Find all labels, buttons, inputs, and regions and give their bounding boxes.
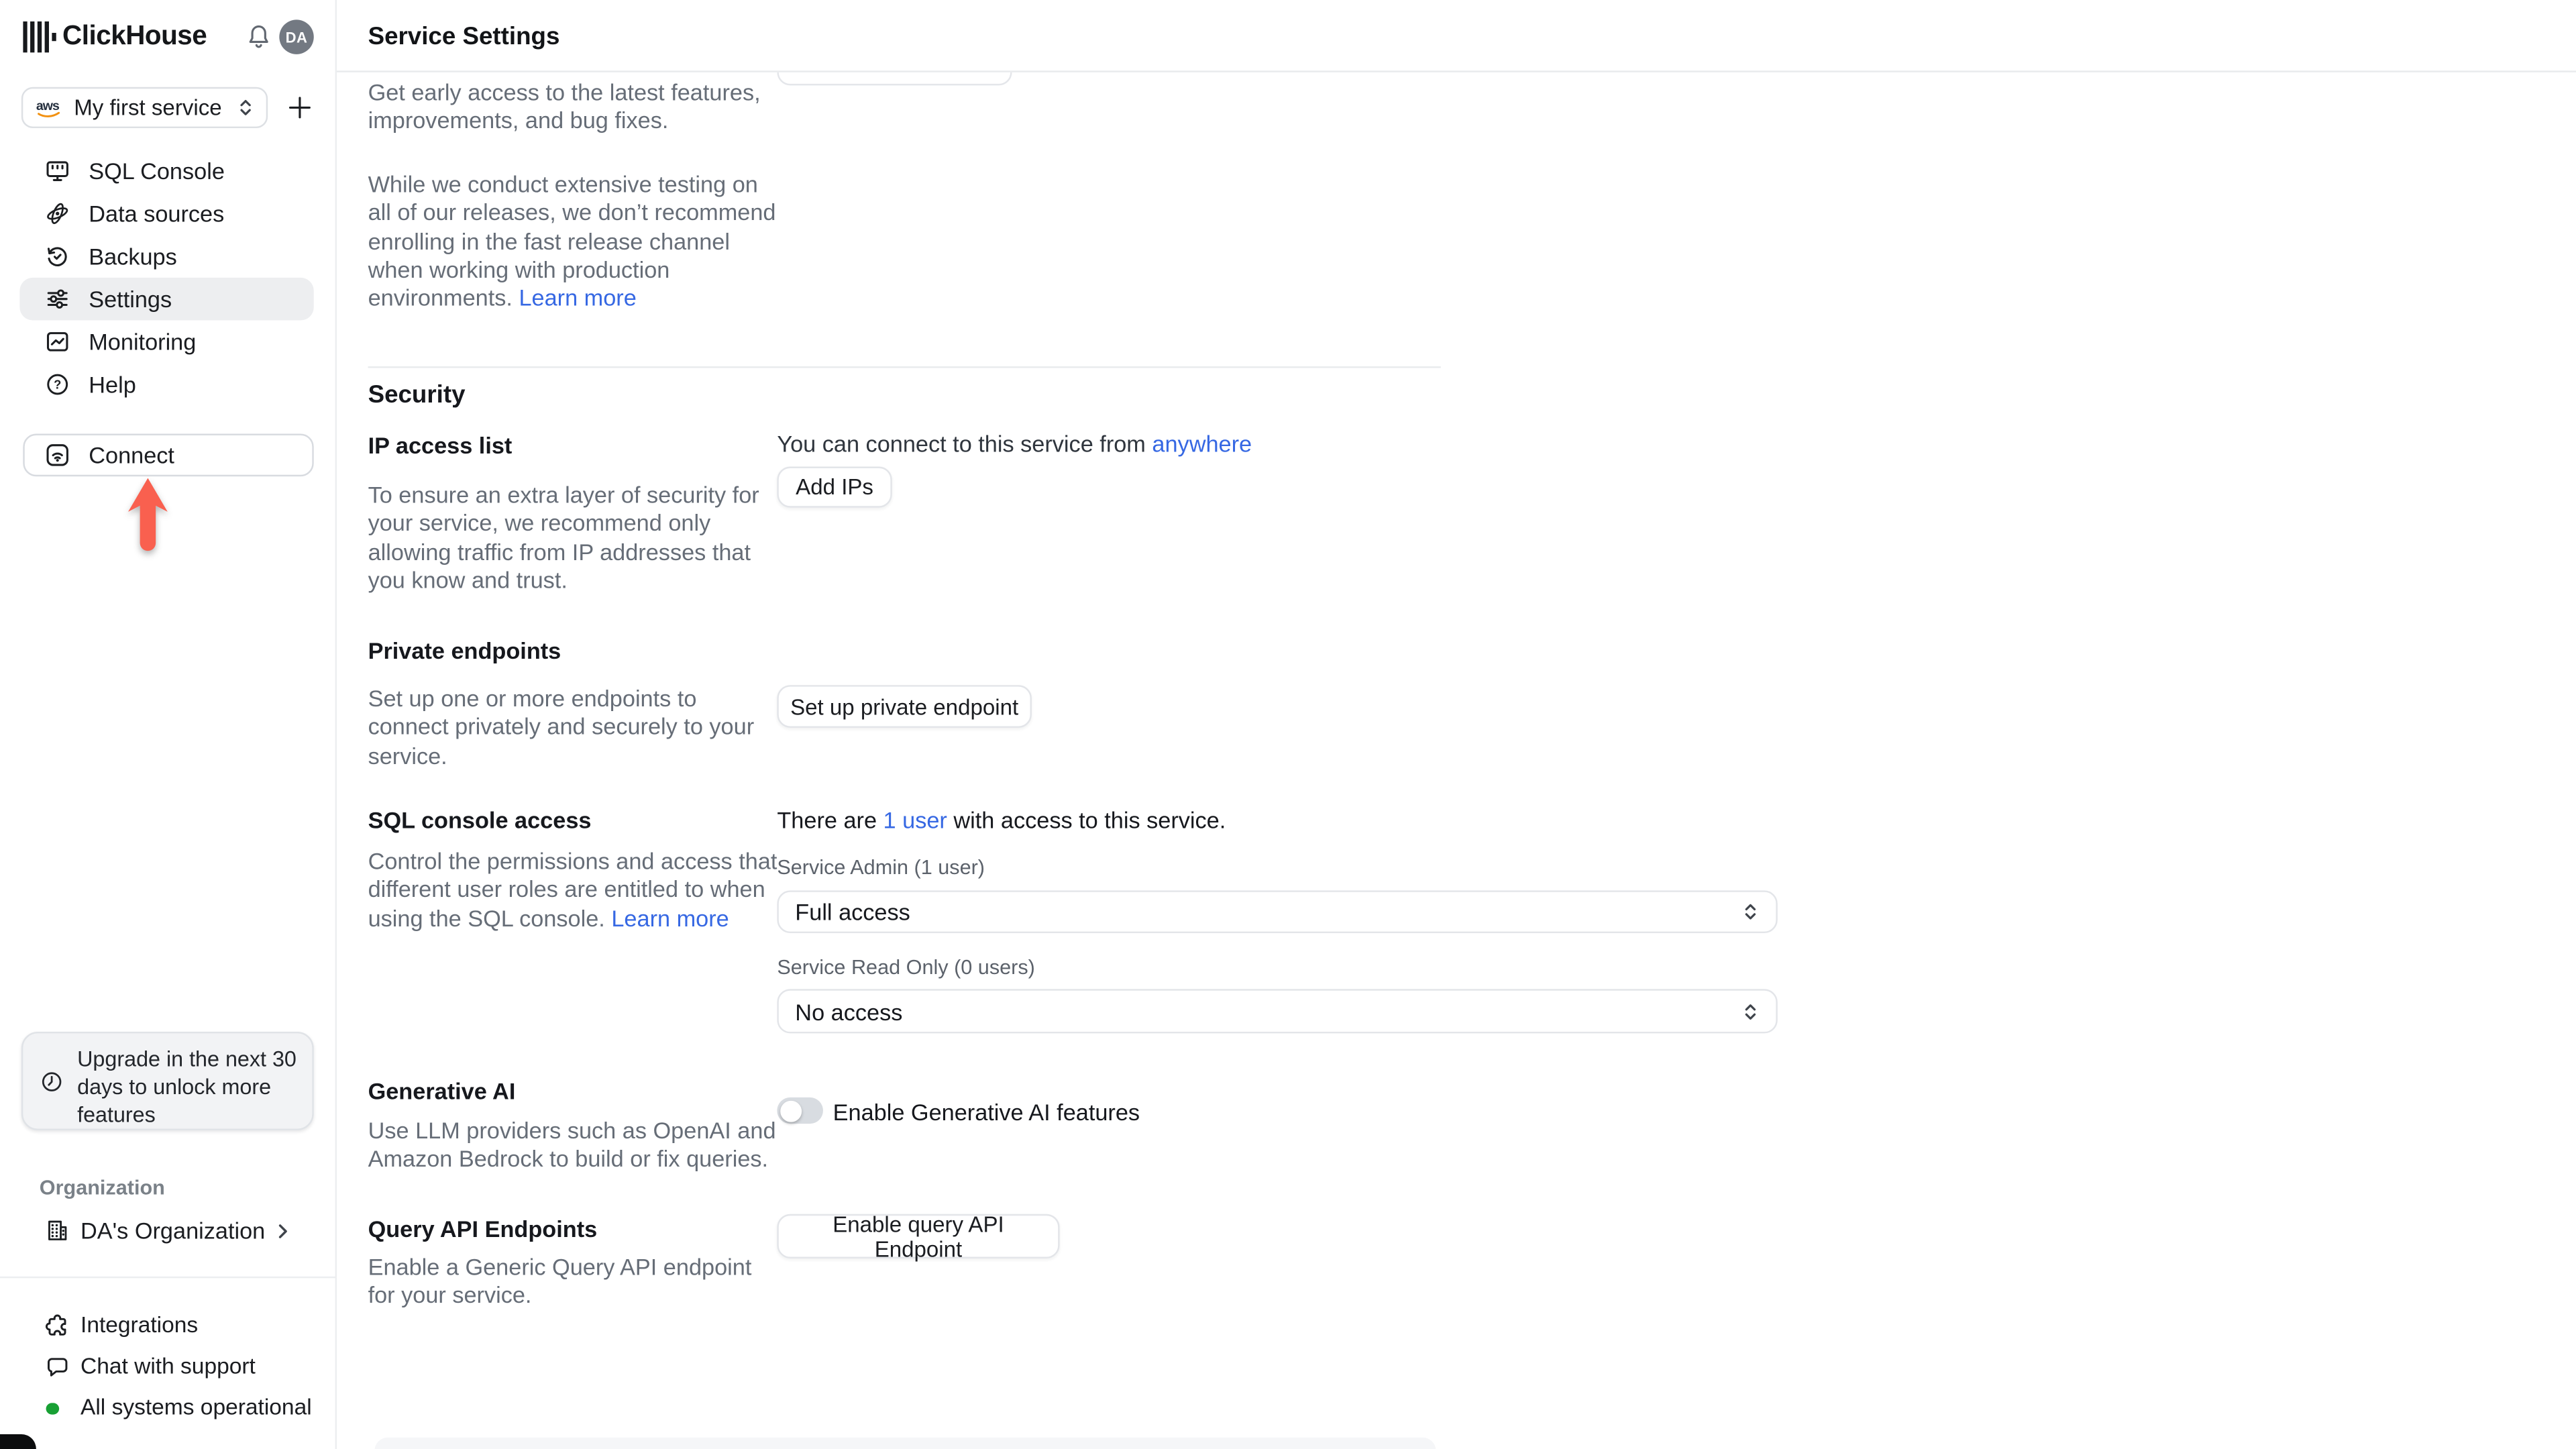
ip-access-list-title: IP access list [368, 432, 513, 459]
chevron-updown-icon [237, 97, 255, 118]
ip-access-status-prefix: You can connect to this service from [777, 430, 1146, 457]
backups-icon [44, 243, 70, 269]
sidebar-item-help[interactable]: ? Help [19, 363, 313, 406]
monitoring-icon [44, 329, 70, 355]
service-readonly-select-value: No access [795, 998, 903, 1024]
ip-access-status-text: You can connect to this service from any… [777, 431, 1252, 457]
user-avatar[interactable]: DA [279, 19, 314, 54]
brand-name: ClickHouse [62, 21, 207, 51]
organization-section-label: Organization [39, 1176, 165, 1199]
generative-ai-title: Generative AI [368, 1077, 516, 1104]
connect-button-label: Connect [89, 441, 174, 468]
service-admin-select[interactable]: Full access [777, 890, 1778, 934]
sidebar-item-label: Help [89, 371, 136, 398]
sidebar-item-data-sources[interactable]: Data sources [19, 193, 313, 235]
page-title: Service Settings [368, 23, 560, 51]
sql-console-icon [44, 158, 70, 184]
service-selector[interactable]: aws My first service [21, 87, 268, 129]
sql-access-status-suffix: with access to this service. [953, 806, 1226, 833]
system-status-row[interactable]: All systems operational [0, 1388, 337, 1428]
connect-wifi-icon [44, 442, 70, 468]
next-section-panel-edge [374, 1437, 1436, 1449]
clock-icon [40, 1069, 64, 1094]
release-channel-learn-more-link[interactable]: Learn more [519, 284, 636, 311]
sql-access-learn-more-link[interactable]: Learn more [611, 904, 729, 930]
setup-private-endpoint-button[interactable]: Set up private endpoint [777, 685, 1032, 728]
sql-console-access-status: There are 1 user with access to this ser… [777, 806, 1226, 833]
svg-text:aws: aws [36, 99, 60, 113]
sidebar-divider [0, 1276, 337, 1279]
generative-ai-toggle[interactable] [777, 1097, 823, 1124]
organization-row[interactable]: DA's Organization [0, 1211, 337, 1252]
app-viewport: ClickHouse DA aws My first service SQL C… [0, 0, 2576, 1449]
sql-access-status-prefix: There are [777, 806, 877, 833]
sidebar-item-settings[interactable]: Settings [19, 277, 314, 321]
main-content: Service Settings Get early access to the… [337, 0, 2576, 1449]
data-sources-icon [44, 201, 70, 227]
chevron-updown-icon [1741, 1000, 1760, 1022]
sidebar-item-label: Data sources [89, 200, 225, 227]
service-selector-label: My first service [74, 95, 222, 120]
bottom-left-overlay-corner [0, 1434, 36, 1449]
annotation-arrow-up [123, 478, 172, 554]
service-admin-label: Service Admin (1 user) [777, 855, 985, 879]
settings-sliders-icon [44, 286, 70, 312]
connect-button[interactable]: Connect [23, 433, 314, 477]
section-divider [368, 366, 1441, 368]
sidebar-nav: SQL Console Data sources Backups Setting… [0, 150, 337, 406]
sidebar-item-label: SQL Console [89, 158, 225, 184]
chevron-updown-icon [1741, 900, 1760, 923]
service-admin-select-value: Full access [795, 898, 910, 925]
one-user-link[interactable]: 1 user [883, 806, 947, 833]
sidebar-item-chat-support[interactable]: Chat with support [0, 1347, 337, 1387]
sidebar: ClickHouse DA aws My first service SQL C… [0, 0, 337, 1449]
upgrade-banner[interactable]: Upgrade in the next 30 days to unlock mo… [21, 1031, 314, 1130]
notifications-bell-icon[interactable] [245, 23, 273, 51]
sidebar-item-label: Chat with support [80, 1353, 256, 1379]
building-icon [44, 1218, 70, 1244]
chat-bubble-icon [44, 1354, 70, 1380]
upgrade-banner-text: Upgrade in the next 30 days to unlock mo… [77, 1046, 297, 1127]
sidebar-item-integrations[interactable]: Integrations [0, 1306, 337, 1346]
query-api-description: Enable a Generic Query API endpoint for … [368, 1253, 752, 1309]
anywhere-link[interactable]: anywhere [1152, 431, 1252, 457]
query-api-endpoints-title: Query API Endpoints [368, 1216, 598, 1242]
service-readonly-label: Service Read Only (0 users) [777, 956, 1035, 979]
clickhouse-logo-icon [23, 21, 57, 53]
add-ips-button[interactable]: Add IPs [777, 466, 892, 508]
service-readonly-select[interactable]: No access [777, 989, 1778, 1034]
sidebar-item-label: Integrations [80, 1312, 199, 1338]
sidebar-item-backups[interactable]: Backups [19, 235, 313, 278]
enable-query-api-button[interactable]: Enable query API Endpoint [777, 1212, 1060, 1261]
toggle-knob [780, 1099, 801, 1122]
chevron-right-icon [273, 1221, 292, 1242]
private-endpoints-description: Set up one or more endpoints to connect … [368, 685, 755, 769]
generative-ai-toggle-label: Enable Generative AI features [833, 1099, 1140, 1126]
add-service-button[interactable] [286, 94, 314, 122]
release-channel-paragraph-2: While we conduct extensive testing on al… [368, 171, 779, 313]
organization-name: DA's Organization [80, 1217, 266, 1244]
integrations-puzzle-icon [44, 1313, 70, 1339]
aws-icon: aws [36, 97, 62, 118]
sql-console-access-title: SQL console access [368, 806, 592, 833]
sidebar-item-label: Backups [89, 243, 177, 270]
svg-text:?: ? [54, 377, 61, 391]
help-icon: ? [44, 371, 70, 397]
sidebar-item-label: Settings [89, 286, 172, 313]
sidebar-item-monitoring[interactable]: Monitoring [19, 321, 313, 364]
ip-access-description: To ensure an extra layer of security for… [368, 481, 759, 593]
status-green-dot [46, 1402, 58, 1415]
sql-console-access-description: Control the permissions and access that … [368, 848, 779, 933]
system-status-label: All systems operational [80, 1395, 312, 1419]
generative-ai-description: Use LLM providers such as OpenAI and Ama… [368, 1117, 776, 1172]
security-heading: Security [368, 381, 466, 409]
main-header: Service Settings [337, 0, 2576, 72]
sidebar-item-sql-console[interactable]: SQL Console [19, 150, 313, 193]
sidebar-item-label: Monitoring [89, 328, 197, 355]
private-endpoints-title: Private endpoints [368, 637, 561, 664]
release-channel-paragraph-1: Get early access to the latest features,… [368, 78, 761, 134]
